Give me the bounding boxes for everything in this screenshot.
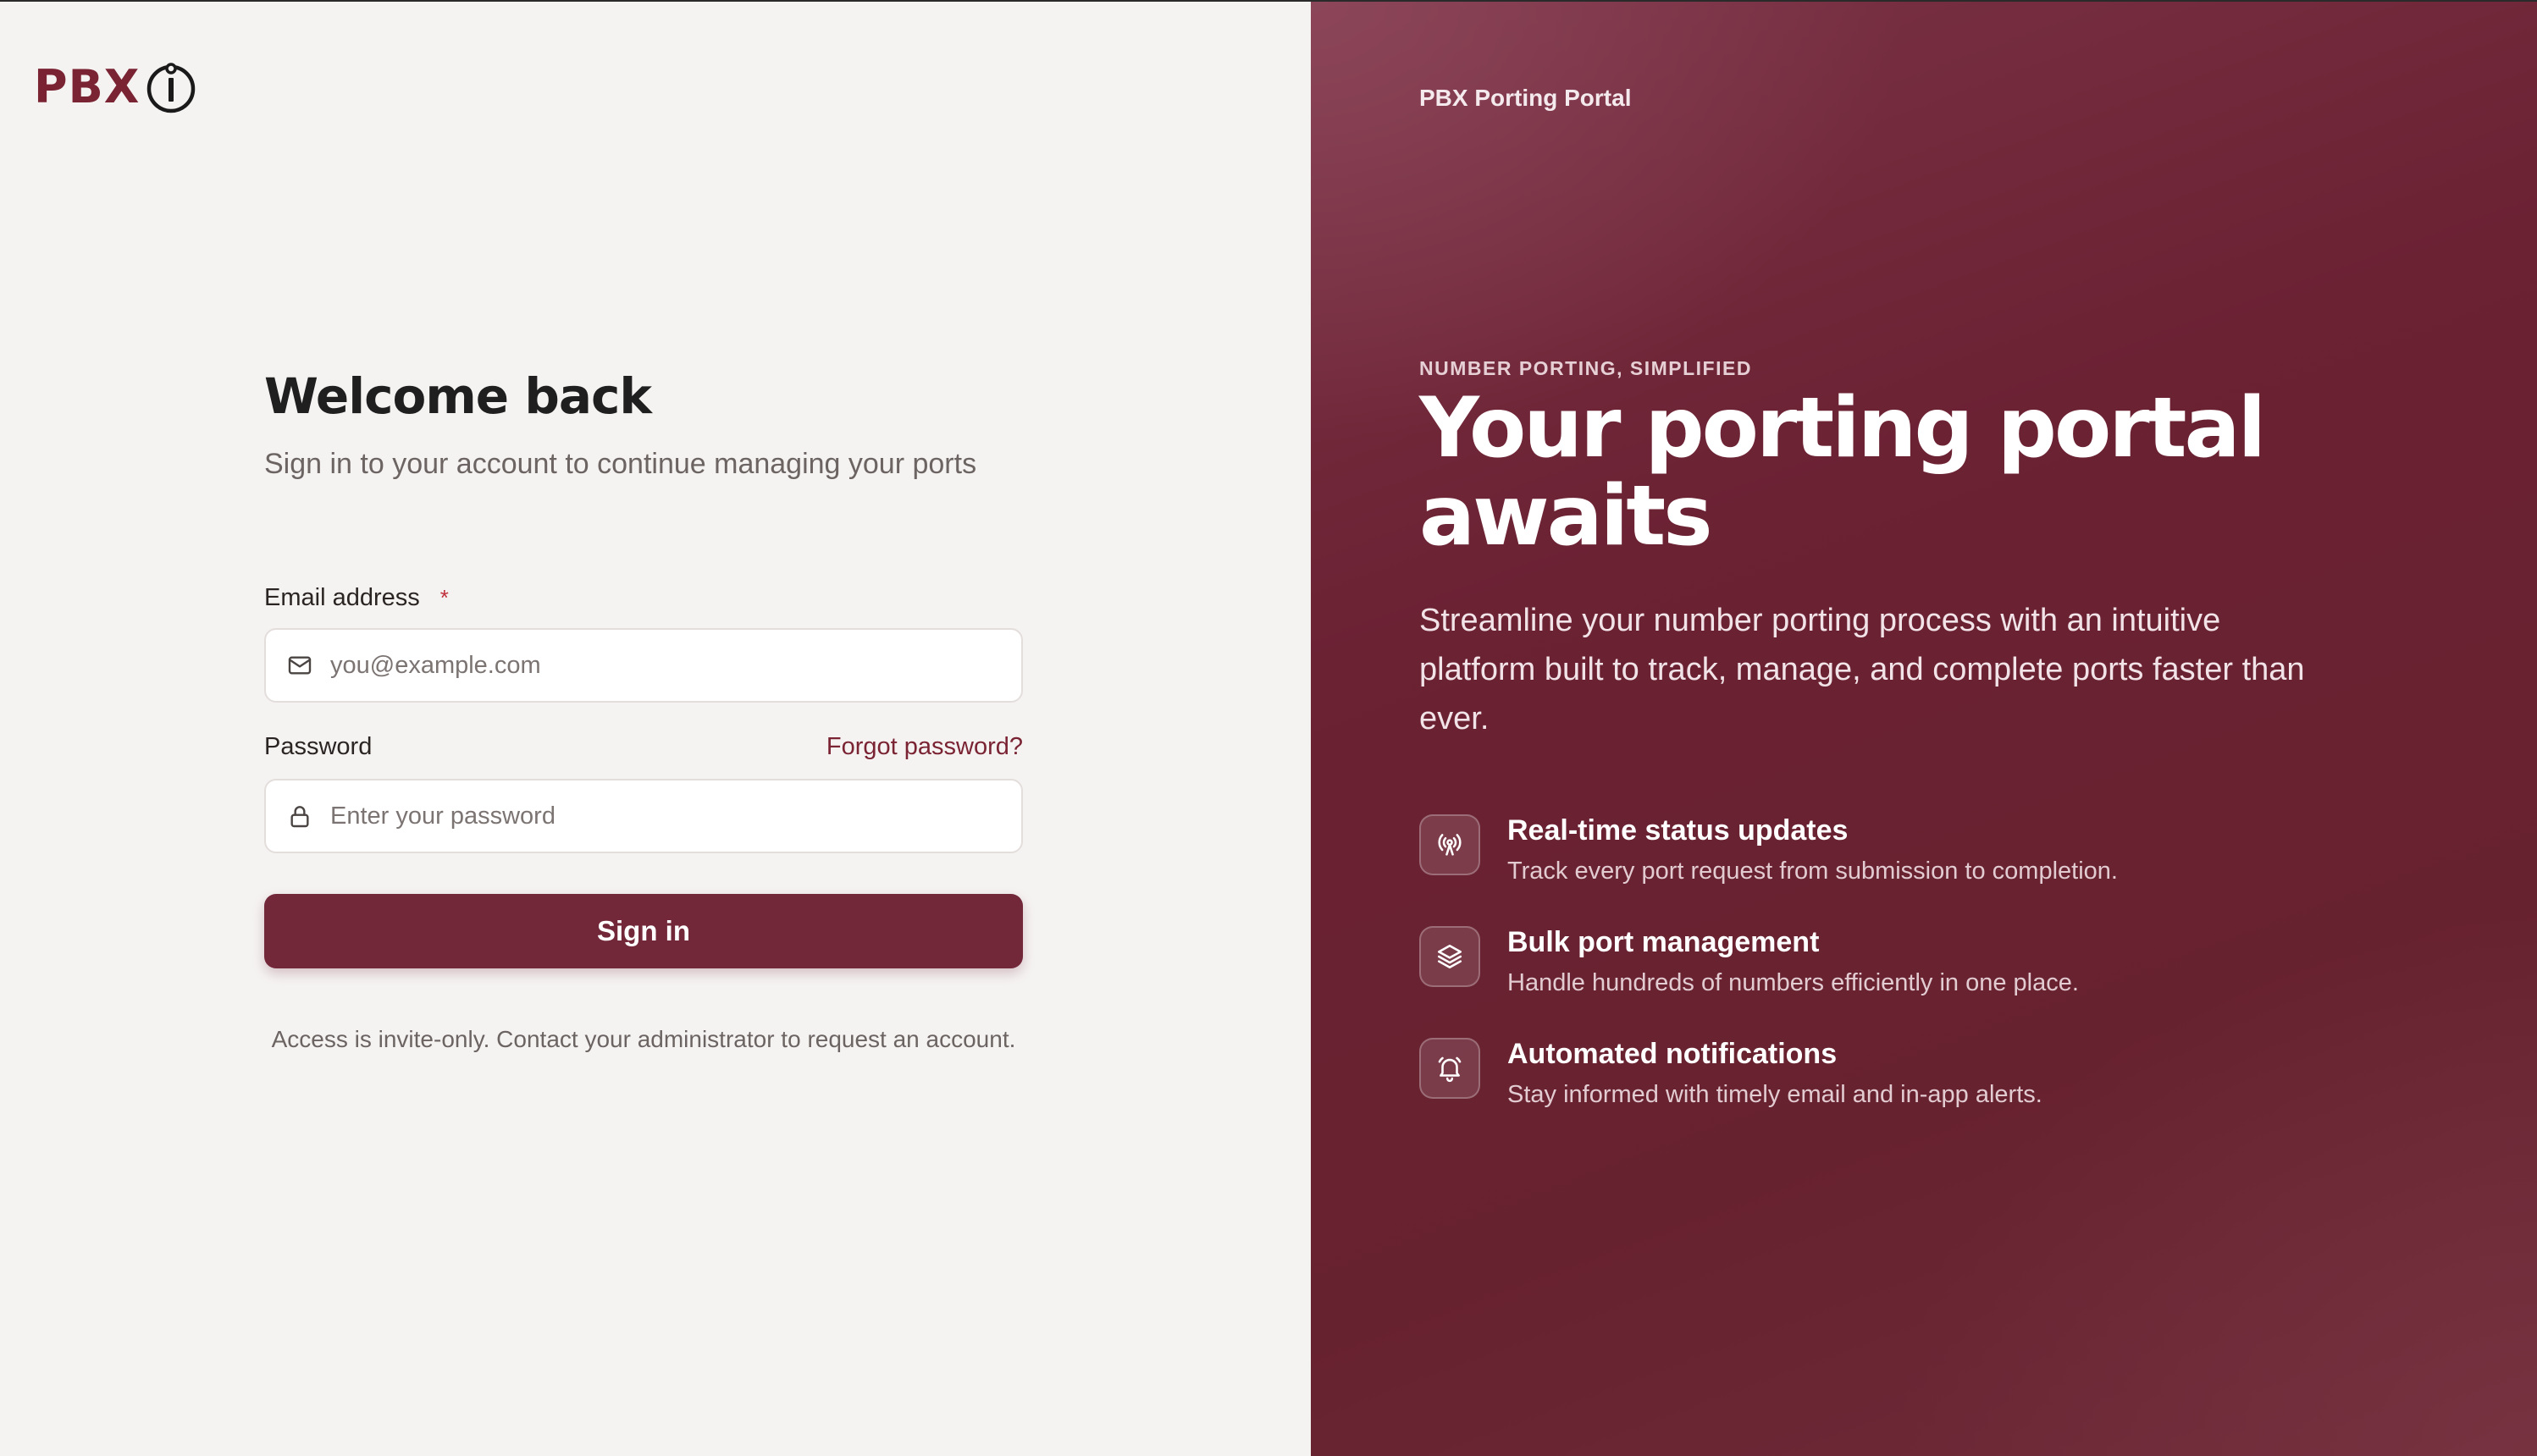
signin-panel: PBX Welcome back Sign in to your account… [0,0,1311,1456]
feature-title: Bulk port management [1507,926,1820,958]
password-label-row: Password Forgot password? [264,730,1023,764]
feature-description: Stay informed with timely email and in-a… [1507,1081,2042,1108]
email-field[interactable] [264,628,1023,703]
email-label-group: Email address * [264,584,449,612]
mail-icon [288,656,312,675]
feature-description: Handle hundreds of numbers efficiently i… [1507,969,2079,996]
bell-icon [1419,1038,1480,1099]
feature-text: Bulk port management Handle hundreds of … [1507,923,2079,1002]
email-label: Email address [264,583,420,611]
broadcast-icon [1419,814,1480,875]
hero-description: Streamline your number porting process w… [1419,603,2305,736]
invite-only-note: Access is invite-only. Contact your admi… [271,1026,1016,1052]
info-circle-logo-mark-icon [147,63,196,113]
feature-description: Track every port request from submission… [1507,858,2118,885]
feature-item: Automated notifications Stay informed wi… [1419,1038,2435,1114]
layers-icon [1419,926,1480,987]
forgot-password-link[interactable]: Forgot password? [826,733,1023,761]
sign-in-button[interactable]: Sign in [264,894,1023,968]
logo-text: PBX [34,60,141,113]
signin-form: Welcome back Sign in to your account to … [264,364,1023,1052]
email-label-row: Email address * [264,581,1023,615]
page-subtitle: Sign in to your account to continue mana… [264,448,977,480]
password-label: Password [264,732,373,760]
page-title: Welcome back [264,367,652,425]
email-input[interactable] [330,651,991,680]
feature-text: Real-time status updates Track every por… [1507,811,2118,891]
brand-logo[interactable]: PBX [34,59,197,115]
feature-title: Automated notifications [1507,1038,1838,1070]
feature-title: Real-time status updates [1507,814,1849,847]
required-mark: * [439,584,449,610]
feature-text: Automated notifications Stay informed wi… [1507,1034,2042,1114]
portal-name: PBX Porting Portal [1419,85,1632,111]
feature-item: Real-time status updates Track every por… [1419,814,2435,891]
eyebrow-text: NUMBER PORTING, SIMPLIFIED [1419,357,1752,379]
hero-headline: Your porting portal awaits [1419,380,2266,565]
password-field[interactable] [264,779,1023,853]
lock-icon [290,806,309,828]
promo-panel: PBX Porting Portal NUMBER PORTING, SIMPL… [1311,0,2537,1456]
password-input[interactable] [330,802,991,830]
feature-item: Bulk port management Handle hundreds of … [1419,926,2435,1002]
